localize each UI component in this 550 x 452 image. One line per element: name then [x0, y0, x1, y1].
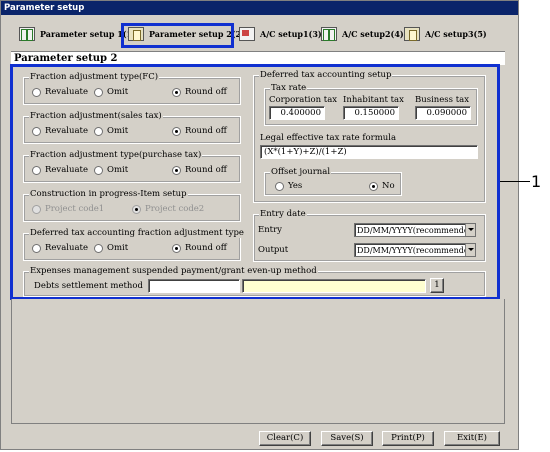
exit-button[interactable]: Exit(E) — [444, 431, 500, 446]
tab-ac-setup-1[interactable]: A/C setup1(3) — [239, 24, 322, 44]
tab-ac-setup-2[interactable]: A/C setup2(4) — [321, 24, 404, 44]
callout-number: 1 — [531, 172, 542, 191]
print-button[interactable]: Print(P) — [382, 431, 434, 446]
tab-parameter-setup-1[interactable]: Parameter setup 1(1) — [19, 24, 136, 44]
panel-highlight — [10, 64, 500, 300]
clear-button[interactable]: Clear(C) — [259, 431, 311, 446]
window-title: Parameter setup — [1, 1, 518, 15]
panel-title: Parameter setup 2 — [11, 51, 505, 65]
callout-line — [500, 181, 530, 182]
parameter-setup-window: Parameter setup Parameter setup 1(1) Par… — [0, 0, 519, 450]
tab-ac-setup-3[interactable]: A/C setup3(5) — [404, 24, 487, 44]
selected-tab-highlight — [121, 23, 234, 48]
account-icon — [239, 27, 255, 41]
tab-label: A/C setup1(3) — [260, 29, 322, 39]
save-button[interactable]: Save(S) — [321, 431, 373, 446]
book-icon — [19, 27, 35, 41]
book-icon — [321, 27, 337, 41]
tab-label: A/C setup3(5) — [425, 29, 487, 39]
blank-panel-area — [11, 299, 505, 424]
tab-label: A/C setup2(4) — [342, 29, 404, 39]
ledger-icon — [404, 27, 420, 41]
